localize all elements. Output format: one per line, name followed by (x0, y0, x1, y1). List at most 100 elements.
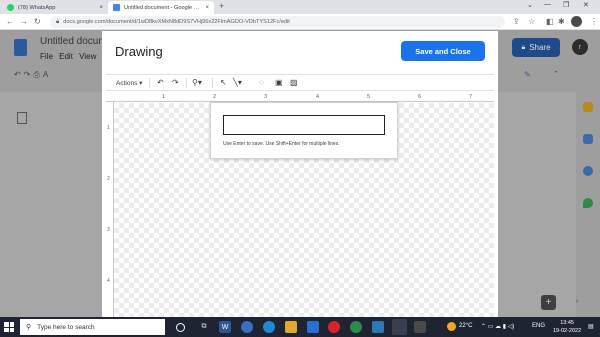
share-button[interactable]: 🔒︎ Share (512, 38, 560, 57)
opera-icon[interactable] (328, 321, 340, 333)
close-icon[interactable]: × (99, 5, 103, 11)
menu-file[interactable]: File (40, 52, 53, 61)
ruler-tick-label: 5 (367, 94, 371, 100)
share-page-icon[interactable]: ⇪ (513, 17, 520, 26)
spellcheck-icon[interactable]: A (43, 70, 51, 79)
lock-icon: 🔒︎ (56, 18, 60, 25)
undo-icon[interactable]: ↶ (157, 78, 164, 87)
extensions-puzzle-icon[interactable]: ✱ (558, 17, 565, 26)
document-title[interactable]: Untitled docum (40, 36, 107, 47)
ruler-tick-label: 6 (418, 94, 422, 100)
chevron-right-icon[interactable]: › (576, 298, 578, 305)
weather-icon[interactable] (447, 322, 456, 331)
url-text: docs.google.com/document/d/1wD8kvXMxN8dD… (63, 19, 290, 25)
search-placeholder: Type here to search (37, 323, 95, 331)
horizontal-ruler: 1 2 3 4 5 6 7 (106, 94, 494, 102)
app-icon[interactable] (350, 321, 362, 333)
tab-label: Untitled document - Google Doc (124, 4, 203, 11)
cortana-icon[interactable] (176, 323, 185, 332)
windows-taskbar: ⚲ Type here to search ⧉ W 22°C ⌃ ▭ ☁ ▮ ◁… (0, 317, 600, 337)
share-label: Share (529, 43, 551, 52)
ruler-tick-label: 4 (107, 278, 110, 284)
actions-menu[interactable]: Actions ▾ (116, 79, 142, 87)
zoom-app-icon[interactable] (241, 321, 253, 333)
menu-view[interactable]: View (79, 52, 96, 61)
account-avatar[interactable]: r (572, 39, 588, 55)
tray-icons[interactable]: ⌃ ▭ ☁ ▮ ◁) (481, 323, 514, 330)
tab-google-docs[interactable]: Untitled document - Google Doc × (108, 1, 214, 14)
new-tab-button[interactable]: + (219, 1, 224, 11)
windows-start-icon[interactable] (4, 322, 14, 332)
notifications-icon[interactable]: ▤ (588, 323, 594, 330)
docs-toolbar: ↶↷⎙A (14, 70, 51, 80)
extension-icon[interactable]: ◧ (546, 17, 554, 26)
tab-whatsapp[interactable]: (78) WhatsApp × (2, 1, 108, 14)
store-icon[interactable] (307, 321, 319, 333)
contacts-icon[interactable] (583, 166, 593, 176)
ruler-tick-label: 4 (316, 94, 320, 100)
ruler-tick-label: 3 (107, 227, 110, 233)
outline-icon[interactable] (17, 112, 27, 124)
toolbar-divider (186, 78, 187, 88)
select-pointer-icon[interactable]: ↖ (220, 78, 227, 87)
close-icon[interactable]: × (205, 5, 209, 11)
docs-logo-icon[interactable] (14, 39, 27, 56)
redo-icon[interactable]: ↷ (24, 70, 34, 79)
vertical-ruler: 1 2 3 4 (106, 102, 114, 317)
word-art-popup: Use Enter to save. Use Shift+Enter for m… (210, 102, 398, 159)
ruler-tick-label: 7 (469, 94, 473, 100)
reload-icon[interactable]: ↻ (34, 17, 41, 26)
word-app-icon[interactable]: W (219, 321, 231, 333)
tab-search-icon[interactable]: ⌄ (527, 1, 533, 9)
edge-browser-icon[interactable] (263, 321, 275, 333)
task-view-icon[interactable]: ⧉ (198, 321, 210, 333)
text-box-icon[interactable]: ▣ (275, 78, 283, 87)
clock[interactable]: 13:45 19-02-2022 (553, 319, 581, 335)
file-explorer-icon[interactable] (285, 321, 297, 333)
whatsapp-icon (7, 4, 14, 11)
print-icon[interactable]: ⎙ (33, 70, 42, 79)
save-and-close-button[interactable]: Save and Close (401, 41, 485, 61)
lock-icon: 🔒︎ (521, 43, 526, 51)
forward-icon[interactable]: → (20, 17, 28, 26)
explore-button[interactable]: + (541, 295, 556, 310)
app-icon[interactable] (372, 321, 384, 333)
drawing-dialog: Drawing Save and Close Actions ▾ ↶ ↷ ⚲▾ … (102, 31, 498, 317)
editing-mode-icon[interactable]: ✎ (524, 70, 531, 79)
profile-avatar[interactable] (571, 16, 582, 27)
bookmark-star-icon[interactable]: ☆ (528, 17, 535, 26)
maps-icon[interactable] (583, 198, 593, 208)
chevron-up-icon[interactable]: ⌃ (553, 70, 559, 78)
word-art-input[interactable] (223, 115, 385, 135)
ruler-tick-label: 2 (213, 94, 217, 100)
language-indicator[interactable]: ENG (532, 323, 545, 329)
line-icon[interactable]: ╲▾ (233, 78, 242, 87)
browser-tab-bar: (78) WhatsApp × Untitled document - Goog… (0, 0, 600, 14)
chrome-icon[interactable] (392, 319, 407, 335)
menu-edit[interactable]: Edit (59, 52, 73, 61)
taskbar-search-input[interactable]: ⚲ Type here to search (20, 319, 165, 335)
zoom-icon[interactable]: ⚲▾ (192, 78, 202, 87)
shape-icon[interactable]: ◌ (259, 78, 264, 87)
back-icon[interactable]: ← (6, 17, 14, 26)
weather-temperature[interactable]: 22°C (459, 323, 472, 329)
start-tile (4, 322, 9, 327)
maximize-button[interactable]: ❐ (563, 1, 569, 9)
redo-icon[interactable]: ↷ (172, 78, 179, 87)
docs-menubar: File Edit View (40, 52, 96, 61)
tasks-icon[interactable] (583, 134, 593, 144)
url-input[interactable]: 🔒︎ docs.google.com/document/d/1wD8kvXMxN… (50, 16, 505, 28)
keep-icon[interactable] (583, 102, 593, 112)
undo-icon[interactable]: ↶ (14, 70, 24, 79)
browser-menu-icon[interactable]: ⋮ (590, 17, 598, 26)
start-tile (9, 327, 14, 332)
image-icon[interactable]: ▨ (290, 78, 298, 87)
app-icon[interactable] (414, 321, 426, 333)
actions-label: Actions (116, 80, 138, 87)
ruler-tick-label: 1 (162, 94, 166, 100)
close-window-button[interactable]: ✕ (583, 1, 589, 9)
chevron-down-icon: ▾ (139, 80, 143, 87)
toolbar-divider (149, 78, 150, 88)
minimize-button[interactable]: — (544, 1, 551, 8)
side-panel (576, 92, 600, 317)
